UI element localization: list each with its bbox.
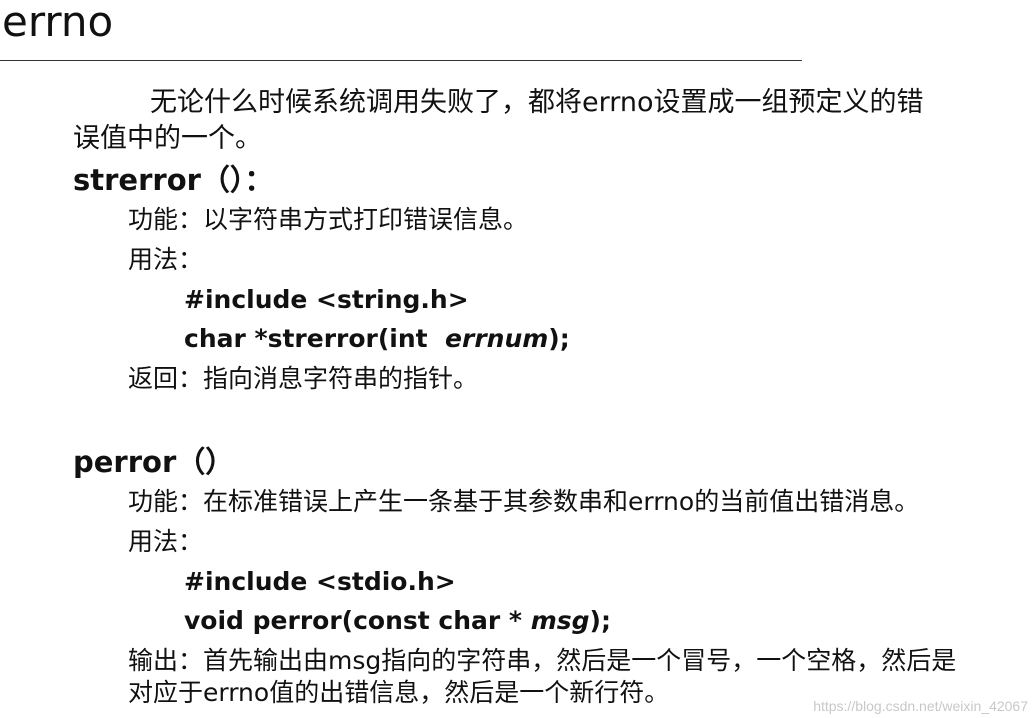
strerror-include-line: #include <string.h>	[184, 285, 469, 314]
perror-output-description-line-2: 对应于errno值的出错信息，然后是一个新行符。	[128, 678, 670, 707]
perror-function-description: 功能：在标准错误上产生一条基于其参数串和errno的当前值出错消息。	[128, 487, 920, 516]
perror-prototype-param: msg	[530, 606, 590, 635]
intro-paragraph-line-2: 误值中的一个。	[73, 123, 262, 154]
perror-heading: perror（）	[73, 445, 235, 479]
strerror-prototype: char *strerror(int errnum);	[184, 323, 570, 355]
perror-prototype-suffix: );	[589, 606, 611, 635]
perror-include-line: #include <stdio.h>	[184, 567, 456, 596]
strerror-function-description: 功能：以字符串方式打印错误信息。	[128, 205, 529, 234]
perror-prototype: void perror(const char * msg);	[184, 605, 611, 637]
perror-prototype-prefix: void perror(const char *	[184, 606, 531, 635]
intro-paragraph-line-1: 无论什么时候系统调用失败了，都将errno设置成一组预定义的错	[150, 87, 924, 118]
perror-output-description-line-1: 输出：首先输出由msg指向的字符串，然后是一个冒号，一个空格，然后是	[128, 646, 957, 675]
page-title: errno	[2, 0, 114, 46]
title-divider	[0, 60, 802, 61]
strerror-heading: strerror（）：	[73, 163, 274, 197]
source-watermark: https://blog.csdn.net/weixin_42067	[813, 698, 1028, 714]
strerror-prototype-param: errnum	[445, 324, 549, 353]
strerror-usage-label: 用法：	[128, 245, 204, 274]
strerror-prototype-prefix: char *strerror(int	[184, 324, 446, 353]
strerror-prototype-suffix: );	[548, 324, 570, 353]
strerror-return-description: 返回：指向消息字符串的指针。	[128, 364, 479, 393]
perror-usage-label: 用法：	[128, 527, 204, 556]
